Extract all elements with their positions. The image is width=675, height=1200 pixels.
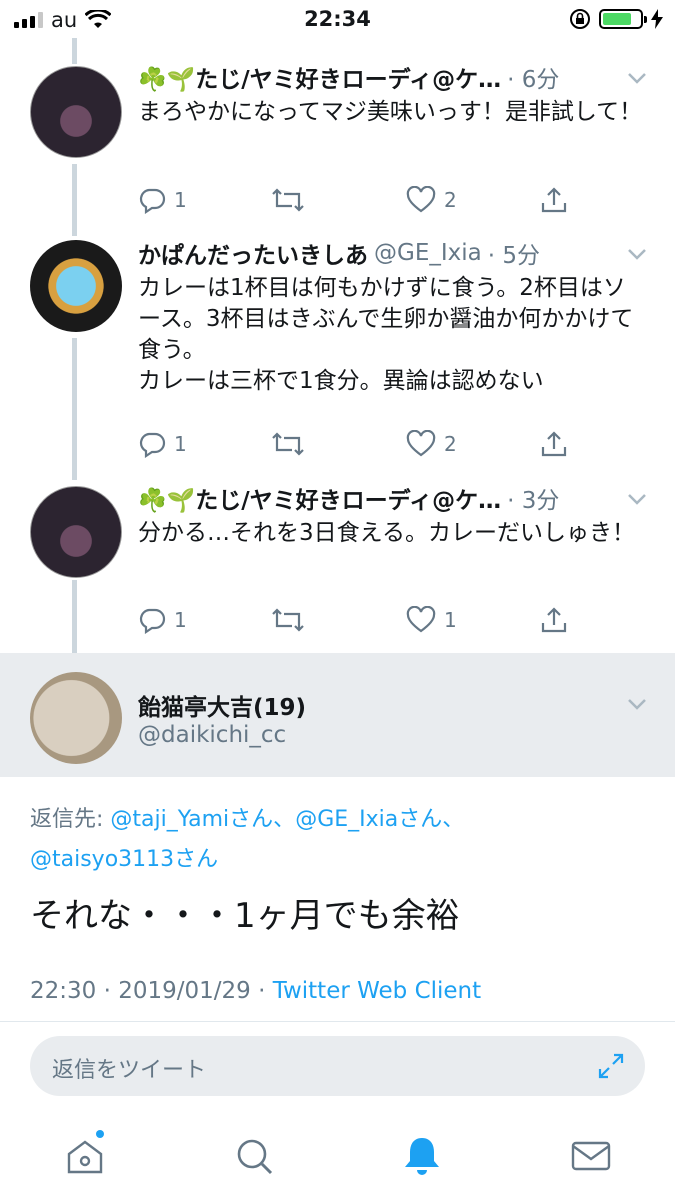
main-tweet-author-name[interactable]: 飴猫亭大吉(19) bbox=[138, 688, 306, 722]
thread-line bbox=[72, 164, 77, 236]
rotation-lock-icon bbox=[570, 9, 590, 29]
reply-to-line: 返信先: @taji_Yamiさん、@GE_Ixiaさん、 @taisyo311… bbox=[30, 800, 650, 880]
share-icon bbox=[541, 187, 567, 213]
thread-line bbox=[72, 580, 77, 653]
like-button[interactable]: 2 bbox=[406, 186, 457, 214]
share-button[interactable] bbox=[540, 430, 568, 458]
new-content-dot bbox=[96, 1130, 104, 1138]
reply-to-prefix: 返信先: bbox=[30, 807, 111, 832]
heart-icon bbox=[406, 186, 436, 213]
tweet-time[interactable]: · 6分 bbox=[507, 60, 559, 94]
battery-icon bbox=[599, 9, 647, 29]
tab-bar bbox=[0, 1120, 675, 1200]
reply-count: 1 bbox=[174, 432, 187, 456]
tweet-meta: 22:30 · 2019/01/29 · Twitter Web Client bbox=[30, 978, 481, 1004]
expand-icon[interactable] bbox=[597, 1052, 625, 1080]
mention-link[interactable]: @GE_Ixiaさん、 bbox=[295, 807, 464, 832]
bell-icon[interactable] bbox=[400, 1134, 444, 1178]
like-count: 1 bbox=[444, 608, 457, 632]
mail-icon[interactable] bbox=[569, 1134, 613, 1178]
main-tweet-author-handle[interactable]: @daikichi_cc bbox=[138, 722, 286, 748]
retweet-icon bbox=[272, 432, 304, 456]
chevron-down-icon[interactable] bbox=[625, 66, 649, 90]
avatar[interactable] bbox=[30, 240, 122, 332]
heart-icon bbox=[406, 606, 436, 633]
reply-button[interactable]: 1 bbox=[138, 186, 187, 214]
like-button[interactable]: 2 bbox=[406, 430, 457, 458]
tweet-author-name[interactable]: ☘️🌱たじ/ヤミ好きローディ@ケ… bbox=[138, 60, 501, 94]
like-count: 2 bbox=[444, 188, 457, 212]
reply-button[interactable]: 1 bbox=[138, 606, 187, 634]
tweet-text: カレーは1杯目は何もかけずに食う。2杯目はソース。3杯目はきぶんで生卵か醤油か何… bbox=[138, 275, 634, 394]
divider bbox=[0, 1021, 675, 1022]
retweet-icon bbox=[272, 608, 304, 632]
status-bar: au 22:34 bbox=[0, 0, 675, 38]
share-button[interactable] bbox=[540, 186, 568, 214]
retweet-button[interactable] bbox=[272, 430, 304, 458]
retweet-button[interactable] bbox=[272, 186, 304, 214]
like-button[interactable]: 1 bbox=[406, 606, 457, 634]
tweet-author-name[interactable]: かぱんだったいきしあ bbox=[138, 236, 368, 270]
tweet-author-name[interactable]: ☘️🌱たじ/ヤミ好きローディ@ケ… bbox=[138, 481, 501, 515]
tweet-time[interactable]: · 3分 bbox=[507, 481, 559, 515]
tweet-author-handle[interactable]: @GE_Ixia bbox=[374, 240, 482, 266]
tweet-text: 分かる…それを3日食える。カレーだいしゅき！ bbox=[138, 520, 635, 546]
retweet-icon bbox=[272, 188, 304, 212]
reply-button[interactable]: 1 bbox=[138, 430, 187, 458]
share-icon bbox=[541, 431, 567, 457]
heart-icon bbox=[406, 430, 436, 457]
reply-count: 1 bbox=[174, 608, 187, 632]
chevron-down-icon[interactable] bbox=[625, 692, 649, 716]
tweet-time[interactable]: · 5分 bbox=[488, 236, 540, 270]
charging-icon bbox=[651, 9, 663, 29]
reply-icon bbox=[139, 188, 166, 214]
mention-link[interactable]: @taji_Yamiさん、 bbox=[110, 807, 295, 832]
avatar[interactable] bbox=[30, 66, 122, 158]
main-tweet-text: それな・・・1ヶ月でも余裕 bbox=[30, 896, 460, 936]
client-link[interactable]: Twitter Web Client bbox=[273, 978, 481, 1004]
home-icon[interactable] bbox=[63, 1134, 107, 1178]
chevron-down-icon[interactable] bbox=[625, 487, 649, 511]
avatar[interactable] bbox=[30, 672, 122, 764]
search-icon[interactable] bbox=[232, 1134, 276, 1178]
reply-input[interactable]: 返信をツイート bbox=[30, 1036, 645, 1096]
tweet-timestamp: 22:30 · 2019/01/29 · bbox=[30, 978, 273, 1004]
retweet-button[interactable] bbox=[272, 606, 304, 634]
mention-link[interactable]: @taisyo3113さん bbox=[30, 847, 218, 872]
avatar[interactable] bbox=[30, 486, 122, 578]
share-icon bbox=[541, 607, 567, 633]
chevron-down-icon[interactable] bbox=[625, 242, 649, 266]
reply-icon bbox=[139, 608, 166, 634]
thread-line bbox=[72, 338, 77, 480]
like-count: 2 bbox=[444, 432, 457, 456]
reply-count: 1 bbox=[174, 188, 187, 212]
thread-line bbox=[72, 38, 77, 64]
tweet-text: まろやかになってマジ美味いっす！是非試して！ bbox=[138, 99, 643, 125]
reply-icon bbox=[139, 432, 166, 458]
share-button[interactable] bbox=[540, 606, 568, 634]
reply-placeholder: 返信をツイート bbox=[52, 1058, 207, 1083]
